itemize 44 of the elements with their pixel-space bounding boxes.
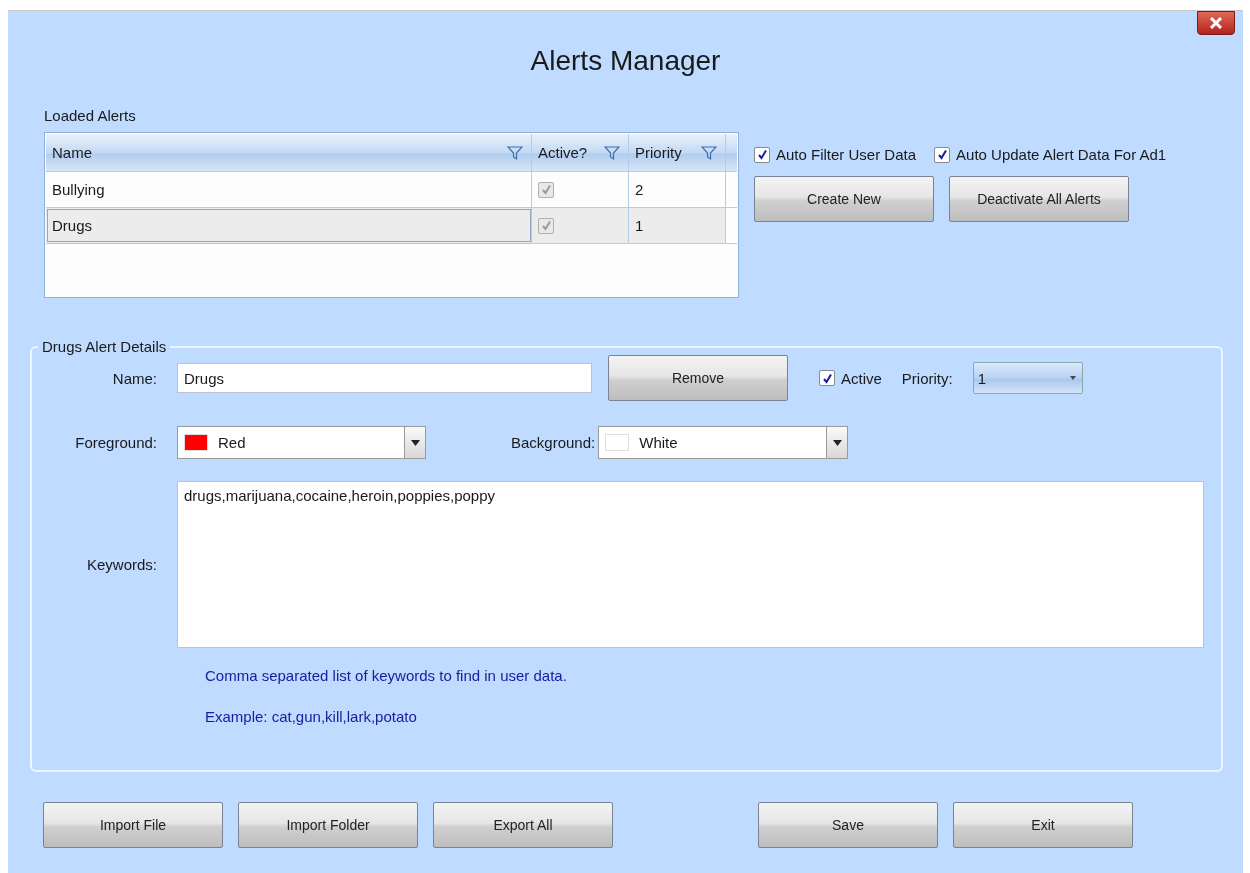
keywords-field[interactable]: drugs,marijuana,cocaine,heroin,poppies,poppy [177, 481, 1204, 648]
action-button[interactable]: Create New [754, 176, 934, 222]
footer-button[interactable]: Export All [433, 802, 613, 848]
checkbox[interactable] [538, 217, 554, 234]
footer-button[interactable]: Import File [43, 802, 223, 848]
column-header[interactable]: Name [46, 134, 532, 171]
checkbox-label: Active [841, 369, 882, 387]
column-header[interactable]: Priority [629, 134, 726, 171]
close-icon [1209, 17, 1223, 29]
field-label: Background: [511, 434, 596, 451]
field-label: Foreground: [74, 434, 157, 451]
checkbox-label: Auto Update Alert Data For Ad1 [956, 146, 1167, 163]
table-cell[interactable]: Drugs [46, 208, 532, 243]
field-label: Name: [111, 369, 157, 387]
checkbox[interactable] [538, 181, 554, 198]
footer-button[interactable]: Import Folder [238, 802, 418, 848]
filter-icon[interactable] [604, 144, 620, 161]
name-field[interactable]: Drugs [177, 363, 592, 393]
window-title: Alerts Manager [530, 45, 721, 78]
checkbox-label: Auto Filter User Data [776, 146, 917, 163]
checkbox[interactable] [934, 146, 951, 163]
field-label: Keywords: [85, 556, 157, 573]
hint-text: Comma separated list of keywords to find in user data. [205, 667, 567, 684]
action-button[interactable]: Deactivate All Alerts [949, 176, 1129, 222]
filter-icon[interactable] [507, 144, 523, 161]
group-title: Drugs Alert Details [41, 338, 168, 355]
dropdown-arrow-icon[interactable] [1069, 376, 1076, 380]
table-cell[interactable]: Bullying [46, 172, 532, 207]
color-dropdown[interactable]: White [598, 426, 849, 459]
checkbox[interactable] [754, 146, 770, 163]
table-cell[interactable]: 1 [629, 208, 726, 243]
field-label: Priority: [901, 369, 953, 387]
footer-button[interactable]: Save [758, 802, 938, 848]
table-cell[interactable]: 2 [629, 172, 726, 207]
column-header[interactable]: Active? [532, 134, 629, 171]
section-label: Loaded Alerts [44, 107, 137, 124]
filter-icon[interactable] [701, 144, 717, 161]
remove-button[interactable]: Remove [608, 355, 788, 401]
checkbox[interactable] [819, 370, 835, 386]
color-dropdown[interactable]: Red [177, 426, 426, 459]
close-button[interactable] [1197, 11, 1235, 35]
footer-button[interactable]: Exit [953, 802, 1133, 848]
priority-dropdown[interactable]: 1 [972, 362, 1083, 394]
hint-text: Example: cat,gun,kill,lark,potato [205, 708, 417, 725]
